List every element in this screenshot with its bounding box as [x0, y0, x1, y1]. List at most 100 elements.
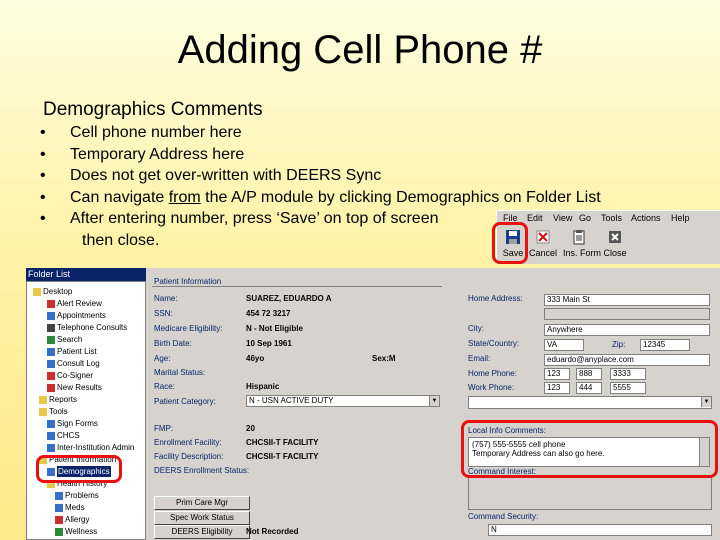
primary-care-manager-button[interactable]: Prim Care Mgr: [154, 496, 250, 510]
close-button[interactable]: Close: [599, 229, 631, 263]
state-field[interactable]: VA: [544, 339, 584, 351]
meds-icon: [55, 503, 63, 512]
tree-item-appointments[interactable]: Appointments: [47, 310, 106, 321]
menu-edit[interactable]: Edit: [527, 213, 543, 223]
deers-label: DEERS Enrollment Status:: [154, 466, 250, 475]
chevron-down-icon: ▼: [429, 396, 439, 406]
tree-item-patient-list[interactable]: Patient List: [47, 346, 97, 357]
chevron-down-icon: ▼: [701, 397, 711, 407]
sex-value: Sex:M: [372, 354, 396, 363]
cancel-button[interactable]: Cancel: [527, 229, 559, 263]
enrollment-value: CHCSII-T FACILITY: [246, 438, 319, 447]
bullet-item: • Cell phone number here: [40, 122, 660, 144]
tree-item-new-results[interactable]: New Results: [47, 382, 102, 393]
tree-item-problems[interactable]: Problems: [55, 490, 99, 501]
section-divider: [152, 286, 442, 287]
close-button-label: Close: [603, 248, 627, 258]
tree-item-label: Appointments: [57, 311, 106, 320]
app-toolbar: File Edit View Go Tools Actions Help Sav…: [496, 210, 720, 264]
tree-item-sign-forms[interactable]: Sign Forms: [47, 418, 98, 429]
save-highlight-circle: [492, 222, 528, 264]
facility-value: CHCSII-T FACILITY: [246, 452, 319, 461]
tree-item-label: Problems: [65, 491, 99, 500]
name-label: Name:: [154, 294, 178, 303]
tree-item-alert-review[interactable]: Alert Review: [47, 298, 102, 309]
insert-form-button[interactable]: Ins. Form: [563, 229, 601, 263]
work-phone-prefix-field[interactable]: 444: [576, 382, 602, 394]
race-value: Hispanic: [246, 382, 280, 391]
patient-category-label: Patient Category:: [154, 397, 216, 406]
tree-item-label: Wellness: [65, 527, 98, 536]
tree-item-search[interactable]: Search: [47, 334, 82, 345]
tree-item-label: Meds: [65, 503, 85, 512]
chcs-icon: [47, 431, 55, 440]
tree-item-label: New Results: [57, 383, 102, 392]
close-icon: [609, 231, 621, 243]
special-work-status-button[interactable]: Spec Work Status: [154, 511, 250, 525]
bullet-marker: •: [40, 145, 46, 163]
home-address-line2-field[interactable]: [544, 308, 710, 320]
work-phone-line-field[interactable]: 5555: [610, 382, 646, 394]
bullet-marker: •: [40, 188, 46, 206]
tree-item-meds[interactable]: Meds: [55, 502, 85, 513]
home-phone-area-field[interactable]: 123: [544, 368, 570, 380]
city-field[interactable]: Anywhere: [544, 324, 710, 336]
home-phone-prefix-field[interactable]: 888: [576, 368, 602, 380]
tree-item-telephone-consults[interactable]: Telephone Consults: [47, 322, 127, 333]
list-icon: [47, 347, 55, 356]
home-phone-line-field[interactable]: 3333: [610, 368, 646, 380]
tree-item-reports[interactable]: Reports: [39, 394, 77, 405]
tree-item-label: Sign Forms: [57, 419, 98, 428]
menu-actions[interactable]: Actions: [631, 213, 661, 223]
slide-title: Adding Cell Phone #: [177, 28, 543, 72]
notes-combo[interactable]: ▼: [468, 396, 712, 409]
email-field[interactable]: eduardo@anyplace.com: [544, 354, 710, 366]
menu-view[interactable]: View: [553, 213, 572, 223]
menu-go[interactable]: Go: [579, 213, 591, 223]
city-label: City:: [468, 324, 484, 333]
tree-item-desktop[interactable]: Desktop: [33, 286, 72, 297]
tree-item-label: Search: [57, 335, 83, 344]
tree-item-label: Co-Signer: [57, 371, 94, 380]
tree-item-wellness[interactable]: Wellness: [55, 526, 97, 537]
age-label: Age:: [154, 354, 171, 363]
tree-item-consult-log[interactable]: Consult Log: [47, 358, 100, 369]
home-address-field[interactable]: 333 Main St: [544, 294, 710, 306]
medicare-label: Medicare Eligibility:: [154, 324, 223, 333]
work-phone-area-field[interactable]: 123: [544, 382, 570, 394]
folder-list-title: Folder List: [26, 268, 146, 281]
bullet-text: After entering number, press ‘Save’ on t…: [70, 210, 439, 227]
section-heading: Demographics Comments: [43, 99, 263, 120]
zip-field[interactable]: 12345: [640, 339, 690, 351]
command-security-field[interactable]: N: [488, 524, 712, 536]
tree-item-label: Tools: [49, 407, 68, 416]
enrollment-label: Enrollment Facility:: [154, 438, 222, 447]
patient-category-combo[interactable]: N - USN ACTIVE DUTY ▼: [246, 395, 440, 407]
tree-item-chcs[interactable]: CHCS: [47, 430, 80, 441]
menu-tools[interactable]: Tools: [601, 213, 622, 223]
dob-value: 10 Sep 1961: [246, 339, 292, 348]
ssn-value: 454 72 3217: [246, 309, 291, 318]
race-label: Race:: [154, 382, 175, 391]
tree-item-allergy[interactable]: Allergy: [55, 514, 89, 525]
bullet-underlined-word: from: [168, 188, 201, 206]
home-address-label: Home Address:: [468, 294, 523, 303]
deers-eligibility-button[interactable]: DEERS Eligibility: [154, 525, 250, 539]
problems-icon: [55, 491, 63, 500]
admin-icon: [47, 443, 55, 452]
tree-item-co-signer[interactable]: Co-Signer: [47, 370, 93, 381]
tree-item-label: Consult Log: [57, 359, 100, 368]
facility-label: Facility Description:: [154, 452, 224, 461]
bullet-marker: •: [40, 124, 46, 141]
demographics-highlight-circle: [36, 455, 122, 483]
bullet-marker: •: [40, 167, 46, 184]
tree-item-tools[interactable]: Tools: [39, 406, 68, 417]
marital-label: Marital Status:: [154, 368, 206, 377]
command-interest-field[interactable]: [468, 476, 712, 510]
zip-label: Zip:: [612, 340, 626, 349]
wellness-icon: [55, 527, 63, 536]
menu-help[interactable]: Help: [671, 213, 690, 223]
tree-item-inter-institution-admin[interactable]: Inter-Institution Admin: [47, 442, 134, 453]
bullet-text-part: Can navigate: [70, 188, 169, 206]
alert-icon: [47, 299, 55, 308]
